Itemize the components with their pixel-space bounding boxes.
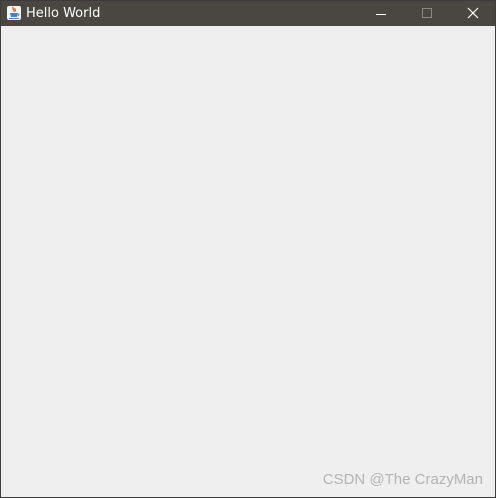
close-icon <box>467 7 479 19</box>
minimize-button[interactable] <box>358 1 404 26</box>
title-bar[interactable]: Hello World <box>1 1 495 26</box>
window-title: Hello World <box>26 6 101 21</box>
content-pane[interactable] <box>1 26 495 497</box>
app-window: Hello World CSDN @The CrazyMan <box>0 0 496 498</box>
java-cup-icon[interactable] <box>6 5 22 21</box>
close-button[interactable] <box>450 1 496 26</box>
maximize-button[interactable] <box>404 1 450 26</box>
minimize-icon <box>376 14 386 15</box>
watermark-text: CSDN @The CrazyMan <box>322 471 483 488</box>
maximize-icon <box>422 8 432 18</box>
